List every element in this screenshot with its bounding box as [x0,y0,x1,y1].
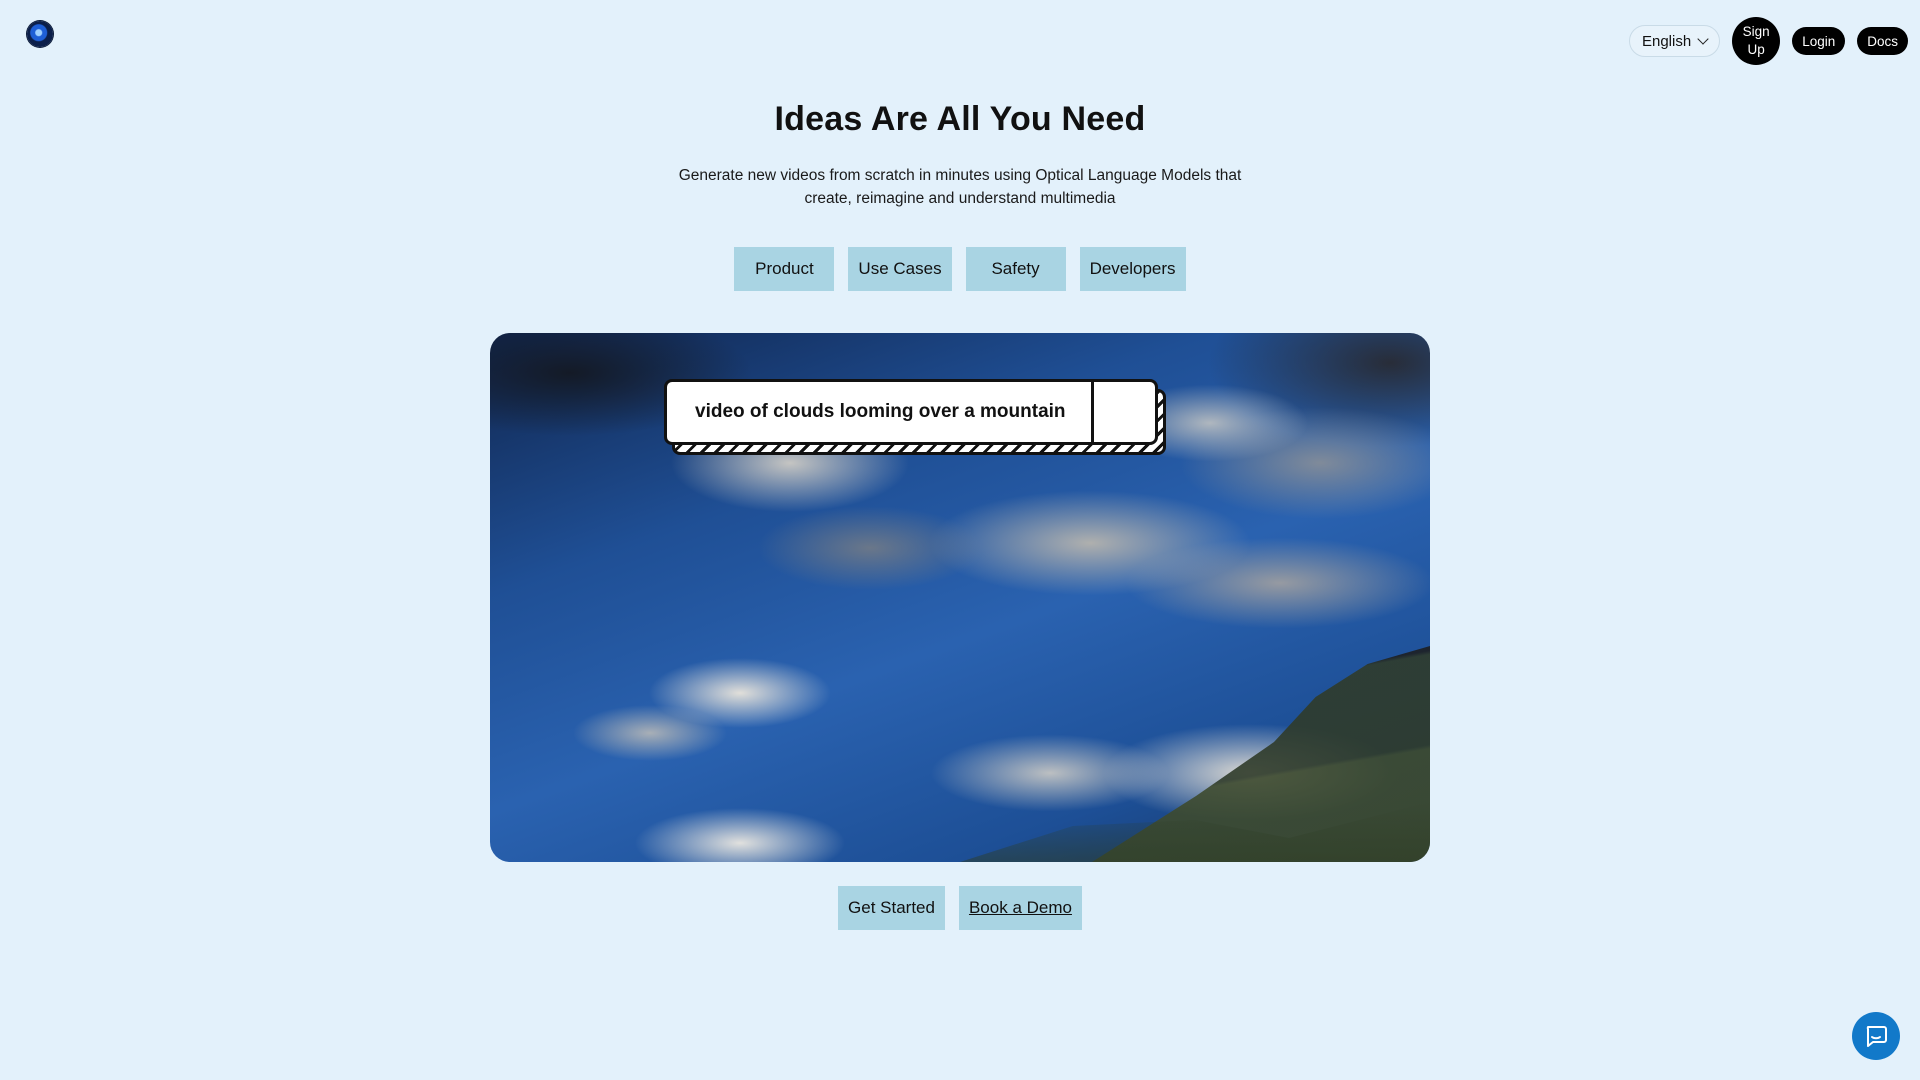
tab-safety[interactable]: Safety [965,247,1066,291]
language-label: English [1641,32,1692,50]
cta-group: Get Started Book a Demo [0,886,1920,930]
tab-developers[interactable]: Developers [1079,247,1186,291]
prompt-text: video of clouds looming over a mountain [695,401,1066,422]
sign-up-button[interactable]: Sign Up [1732,17,1781,65]
chat-bubble-icon [1866,1026,1887,1047]
mountain-silhouette [1092,646,1430,862]
prompt-box: video of clouds looming over a mountain [664,379,1168,457]
prompt-box-face: video of clouds looming over a mountain [664,379,1158,445]
chat-launcher-button[interactable] [1852,1012,1900,1060]
tab-product[interactable]: Product [734,247,835,291]
login-button[interactable]: Login [1792,27,1846,55]
docs-button[interactable]: Docs [1857,27,1908,55]
tab-use-cases[interactable]: Use Cases [848,247,952,291]
language-select[interactable]: English [1628,25,1721,57]
text-cursor [1091,382,1094,442]
page-title: Ideas Are All You Need [774,100,1146,138]
chevron-down-icon [1697,33,1709,45]
landing-page: English Sign Up Login Docs Ideas Are All… [0,0,1920,1080]
get-started-button[interactable]: Get Started [838,886,945,930]
demo-video[interactable]: video of clouds looming over a mountain [490,333,1430,862]
section-tabs: Product Use Cases Safety Developers [0,247,1920,291]
page-subtitle: Generate new videos from scratch in minu… [678,167,1242,207]
book-demo-button[interactable]: Book a Demo [958,886,1082,930]
eye-logo-icon[interactable] [27,21,53,47]
header-nav: English Sign Up Login Docs [1628,16,1908,66]
